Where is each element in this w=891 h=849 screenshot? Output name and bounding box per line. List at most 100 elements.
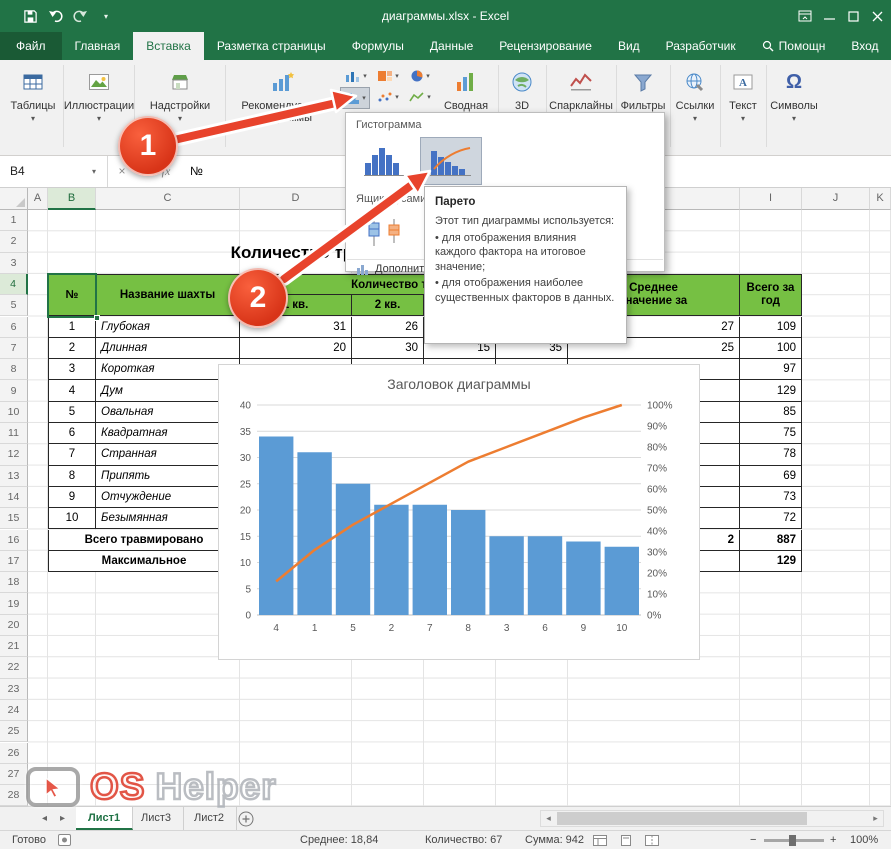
table-cell[interactable]: 5 xyxy=(48,402,96,423)
row-header[interactable]: 25 xyxy=(0,721,28,742)
column-header[interactable]: C xyxy=(96,188,240,210)
ribbon-display-options-button[interactable] xyxy=(793,0,817,32)
table-cell[interactable]: 97 xyxy=(740,359,802,380)
table-cell[interactable]: 72 xyxy=(740,508,802,529)
table-cell[interactable]: 129 xyxy=(740,551,802,572)
insert-column-chart-button[interactable]: ▾ xyxy=(342,66,370,86)
row-header[interactable]: 5 xyxy=(0,295,28,316)
table-cell[interactable]: Глубокая xyxy=(96,317,240,338)
row-header[interactable]: 14 xyxy=(0,487,28,508)
pareto-chart[interactable]: 05101520253035400%10%20%30%40%50%60%70%8… xyxy=(218,364,700,660)
tables-button[interactable]: Таблицы ▾ xyxy=(6,64,60,152)
histogram-chart-option[interactable] xyxy=(354,137,416,185)
row-header[interactable]: 1 xyxy=(0,210,28,231)
header-cell[interactable]: 2 кв. xyxy=(352,295,424,316)
insert-hierarchy-chart-button[interactable]: ▾ xyxy=(374,66,402,86)
table-cell[interactable]: Длинная xyxy=(96,338,240,359)
maximize-button[interactable] xyxy=(841,0,865,32)
row-header[interactable]: 13 xyxy=(0,466,28,487)
row-header[interactable]: 8 xyxy=(0,359,28,380)
zoom-out-button[interactable]: − xyxy=(750,831,756,849)
ribbon-tab[interactable]: Главная xyxy=(62,32,134,60)
text-button[interactable]: A Текст ▾ xyxy=(723,64,763,152)
table-cell[interactable]: 20 xyxy=(240,338,352,359)
links-button[interactable]: Ссылки ▾ xyxy=(673,64,717,152)
row-header[interactable]: 26 xyxy=(0,743,28,764)
row-header[interactable]: 24 xyxy=(0,700,28,721)
formula-input[interactable]: № xyxy=(190,156,203,187)
page-layout-view-button[interactable] xyxy=(618,834,634,847)
column-header[interactable]: A xyxy=(28,188,48,210)
table-cell[interactable]: 30 xyxy=(352,338,424,359)
row-header[interactable]: 18 xyxy=(0,572,28,593)
zoom-slider-thumb[interactable] xyxy=(789,835,796,846)
row-header[interactable]: 4 xyxy=(0,274,28,295)
row-header[interactable]: 23 xyxy=(0,679,28,700)
row-header[interactable]: 9 xyxy=(0,380,28,401)
zoom-level[interactable]: 100% xyxy=(850,831,878,849)
row-header[interactable]: 20 xyxy=(0,615,28,636)
table-cell[interactable]: 3 xyxy=(48,359,96,380)
row-header[interactable]: 7 xyxy=(0,338,28,359)
row-header[interactable]: 3 xyxy=(0,253,28,274)
sheet-tab-list2[interactable]: Лист2 xyxy=(182,807,237,830)
recommended-charts-button[interactable]: Рекомендуемые диаграммы xyxy=(230,64,336,152)
row-header[interactable]: 17 xyxy=(0,551,28,572)
macro-record-icon[interactable] xyxy=(58,834,71,849)
ribbon-tab[interactable]: Разработчик xyxy=(653,32,749,60)
table-cell[interactable]: 9 xyxy=(48,487,96,508)
sheet-tab-list1[interactable]: Лист1 xyxy=(76,807,133,830)
horizontal-scrollbar[interactable]: ◂ ▸ xyxy=(540,810,884,827)
ribbon-tab[interactable]: Вставка xyxy=(133,32,204,60)
footer-label[interactable]: Максимальное xyxy=(48,551,240,572)
table-cell[interactable]: 73 xyxy=(740,487,802,508)
sheet-tab-list3[interactable]: Лист3 xyxy=(129,807,184,830)
row-header[interactable]: 12 xyxy=(0,444,28,465)
scrollbar-thumb[interactable] xyxy=(557,812,807,825)
row-header[interactable]: 6 xyxy=(0,317,28,338)
table-cell[interactable]: 129 xyxy=(740,380,802,401)
tab-tellme[interactable]: Помощн xyxy=(749,32,839,60)
table-cell[interactable]: 75 xyxy=(740,423,802,444)
table-cell[interactable]: 1 xyxy=(48,317,96,338)
box-whisker-chart-option[interactable] xyxy=(354,207,416,255)
scroll-right-arrow[interactable]: ▸ xyxy=(868,811,883,826)
table-cell[interactable]: 10 xyxy=(48,508,96,529)
column-header[interactable]: B xyxy=(48,188,96,210)
minimize-button[interactable] xyxy=(817,0,841,32)
table-cell[interactable]: 26 xyxy=(352,317,424,338)
row-header[interactable]: 2 xyxy=(0,231,28,252)
row-header[interactable]: 19 xyxy=(0,593,28,614)
sheet-nav-right[interactable]: ▸ xyxy=(60,807,65,830)
row-header[interactable]: 22 xyxy=(0,657,28,678)
column-header[interactable]: J xyxy=(802,188,870,210)
insert-scatter-chart-button[interactable]: ▾ xyxy=(374,87,402,107)
table-cell[interactable]: 2 xyxy=(48,338,96,359)
insert-statistic-chart-button[interactable]: ▾ xyxy=(340,87,370,109)
scroll-left-arrow[interactable]: ◂ xyxy=(541,811,556,826)
table-cell[interactable]: 109 xyxy=(740,317,802,338)
header-cell[interactable]: Название шахты xyxy=(96,274,240,317)
tab-file[interactable]: Файл xyxy=(0,32,62,60)
table-cell[interactable]: 85 xyxy=(740,402,802,423)
symbols-button[interactable]: Ω Символы ▾ xyxy=(769,64,819,152)
select-all-corner[interactable] xyxy=(0,188,28,210)
row-header[interactable]: 11 xyxy=(0,423,28,444)
column-header[interactable]: I xyxy=(740,188,802,210)
header-cell[interactable]: Всего за год xyxy=(740,274,802,317)
pareto-chart-option[interactable] xyxy=(420,137,482,185)
insert-pie-chart-button[interactable]: ▾ xyxy=(406,66,434,86)
row-header[interactable]: 15 xyxy=(0,508,28,529)
zoom-in-button[interactable]: + xyxy=(830,831,836,849)
insert-line-chart-button[interactable]: ▾ xyxy=(406,87,434,107)
column-header[interactable]: D xyxy=(240,188,352,210)
ribbon-tab[interactable]: Рецензирование xyxy=(486,32,605,60)
table-cell[interactable]: 8 xyxy=(48,466,96,487)
footer-label[interactable]: Всего травмировано xyxy=(48,530,240,551)
row-header[interactable]: 21 xyxy=(0,636,28,657)
table-cell[interactable]: 887 xyxy=(740,530,802,551)
new-sheet-button[interactable] xyxy=(238,811,254,827)
row-header[interactable]: 28 xyxy=(0,785,28,806)
ribbon-tab[interactable]: Вид xyxy=(605,32,653,60)
ribbon-tab[interactable]: Формулы xyxy=(339,32,417,60)
